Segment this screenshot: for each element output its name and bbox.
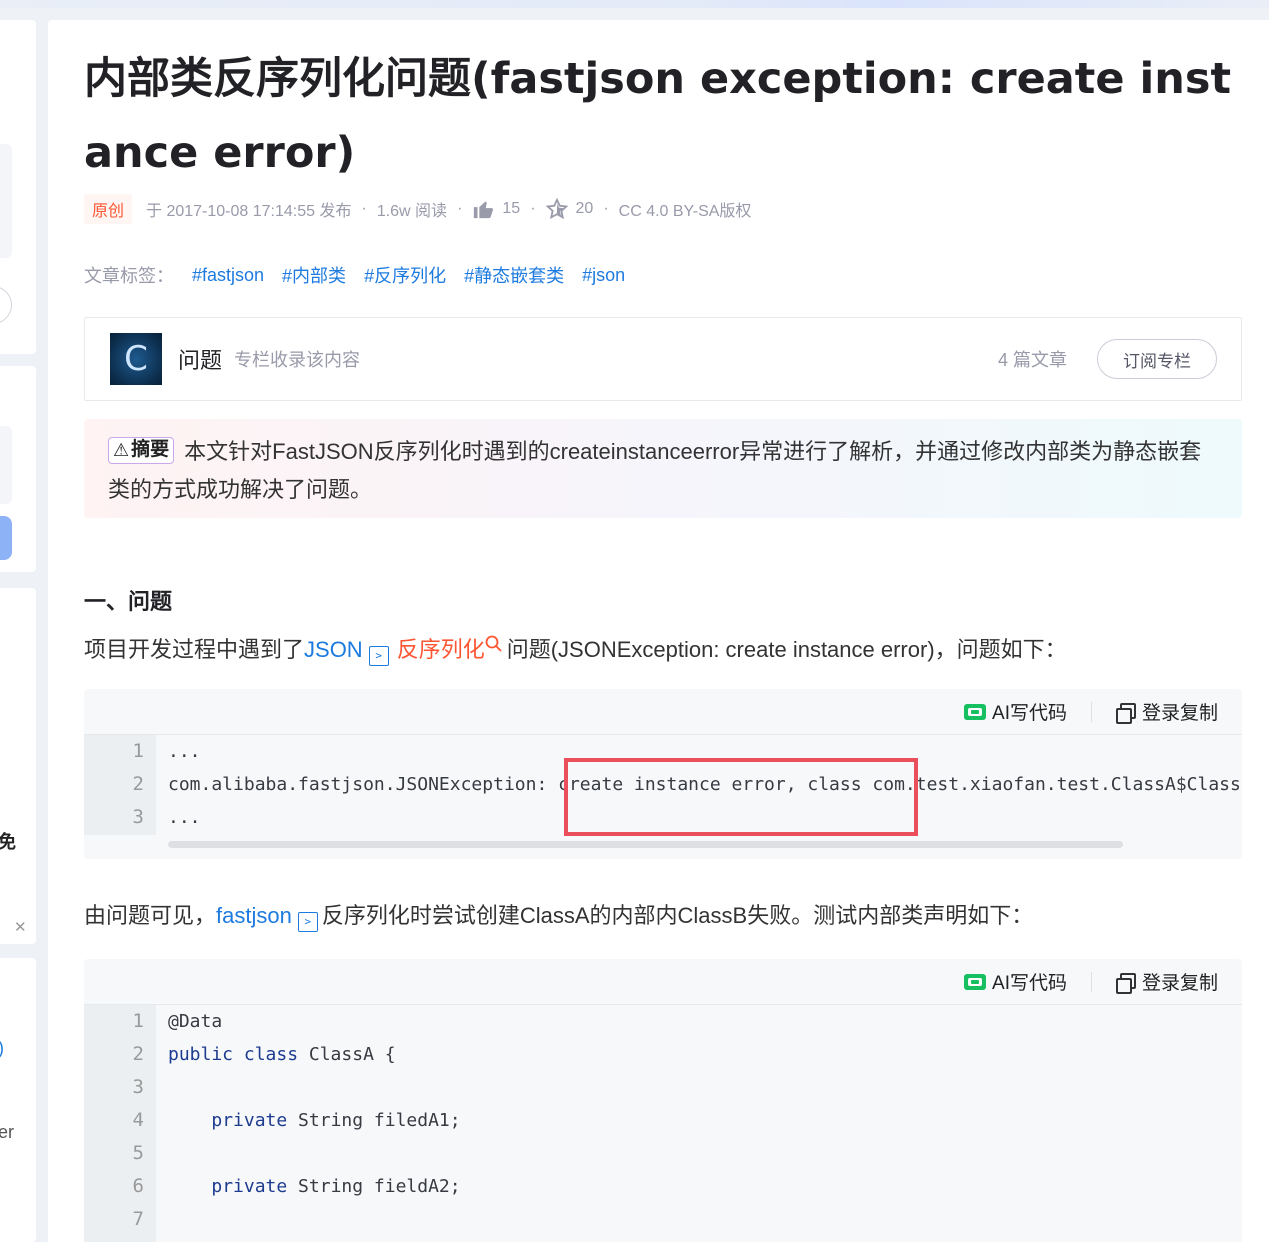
like-count: 15 — [502, 200, 521, 217]
ai-write-code-button[interactable]: AI写代码 — [964, 968, 1067, 995]
code-line: private String filedA1; — [211, 1110, 461, 1131]
tag-link[interactable]: #反序列化 — [364, 262, 446, 288]
favorite-count: 20 — [575, 200, 594, 217]
code-line: private String fieldA2; — [211, 1176, 461, 1197]
tag-link[interactable]: #fastjson — [192, 265, 264, 286]
sidebar-card — [0, 366, 36, 572]
thumbs-up-icon — [474, 201, 494, 219]
code-block: AI写代码 登录复制 1 2 3 4 5 6 7 @Data public cl… — [84, 959, 1242, 1242]
code-lines: @Data public class ClassA { private Stri… — [168, 1005, 1242, 1236]
favorite-button[interactable]: 20 — [545, 198, 594, 220]
copy-icon — [1115, 702, 1136, 724]
ai-code-icon — [964, 973, 987, 990]
highlight-annotation-box — [564, 758, 918, 836]
copy-icon — [1115, 972, 1136, 994]
sidebar-card-shade — [0, 426, 12, 504]
column-desc: 专栏收录该内容 — [234, 350, 361, 370]
horizontal-scrollbar[interactable] — [168, 841, 1123, 848]
search-icon[interactable] — [485, 635, 503, 653]
article-title: 内部类反序列化问题(fastjson exception: create ins… — [84, 54, 1231, 178]
sidebar-card: ) er — [0, 958, 36, 1242]
tag-link[interactable]: #内部类 — [282, 262, 346, 288]
read-count: 1.6w 阅读 — [376, 203, 448, 220]
top-navbar — [0, 0, 1269, 8]
original-badge: 原创 — [84, 194, 133, 224]
terminal-icon: > — [297, 912, 318, 932]
summary-badge: ⚠ 摘要 — [108, 436, 175, 464]
tags-label: 文章标签： — [84, 266, 174, 286]
sidebar-text-fragment: 免 — [0, 832, 16, 852]
keyword-link-deserialize[interactable]: 反序列化 — [397, 637, 485, 662]
section-heading: 一、问题 — [84, 590, 173, 615]
publish-date: 于 2017-10-08 17:14:55 发布 — [146, 203, 352, 220]
tag-link[interactable]: #json — [582, 265, 625, 286]
login-copy-button[interactable]: 登录复制 — [1115, 698, 1218, 725]
license-info[interactable]: CC 4.0 BY-SA版权 — [619, 197, 752, 221]
line-numbers: 1 2 3 4 5 6 7 — [84, 1005, 156, 1242]
sidebar-text-fragment: er — [0, 1122, 15, 1142]
article-tags: 文章标签： #fastjson #内部类 #反序列化 #静态嵌套类 #json — [84, 262, 625, 288]
like-button[interactable]: 15 — [472, 198, 520, 220]
left-sidebar: 免 ✕ ) er — [0, 20, 36, 1242]
paragraph: 由问题可见，fastjson > 反序列化时尝试创建ClassA的内部内ClassB… — [84, 900, 1033, 932]
ai-write-code-button[interactable]: AI写代码 — [964, 698, 1067, 725]
close-icon[interactable]: ✕ — [14, 918, 27, 936]
ai-code-icon — [964, 703, 987, 720]
ai-summary: ⚠ 摘要 本文针对FastJSON反序列化时遇到的createinstanceerr… — [84, 419, 1242, 518]
column-box: C 问题 专栏收录该内容 4 篇文章 订阅专栏 — [84, 317, 1242, 401]
sidebar-card: 免 ✕ — [0, 588, 36, 944]
ai-logo-icon: ⚠ — [113, 440, 130, 460]
summary-text: 本文针对FastJSON反序列化时遇到的createinstanceerror异… — [108, 439, 1202, 502]
subscribe-column-button[interactable]: 订阅专栏 — [1097, 339, 1217, 379]
code-toolbar: AI写代码 登录复制 — [84, 689, 1242, 735]
sidebar-link-fragment[interactable]: ) — [0, 1038, 4, 1059]
tag-link[interactable]: #静态嵌套类 — [464, 262, 564, 288]
terminal-icon: > — [368, 646, 389, 666]
code-toolbar: AI写代码 登录复制 — [84, 959, 1242, 1005]
column-logo[interactable]: C — [110, 333, 162, 385]
column-name[interactable]: 问题 — [178, 343, 222, 375]
keyword-link-json[interactable]: JSON — [304, 637, 363, 662]
sidebar-card — [0, 20, 36, 354]
sidebar-blue-button[interactable] — [0, 516, 12, 560]
line-numbers: 1 2 3 — [84, 735, 156, 835]
code-line: public class ClassA { — [168, 1044, 396, 1065]
code-line: @Data — [168, 1011, 223, 1032]
article-card: 内部类反序列化问题(fastjson exception: create ins… — [48, 20, 1269, 1242]
column-article-count: 4 篇文章 — [997, 350, 1067, 370]
keyword-link-fastjson[interactable]: fastjson — [216, 903, 292, 928]
login-copy-button[interactable]: 登录复制 — [1115, 968, 1218, 995]
article-meta: 原创 于 2017-10-08 17:14:55 发布 · 1.6w 阅读 · … — [84, 194, 752, 224]
sidebar-card-shade — [0, 144, 12, 258]
sidebar-avatar-circle[interactable] — [0, 286, 12, 324]
paragraph: 项目开发过程中遇到了JSON > 反序列化 问题(JSONException: cre… — [84, 634, 1067, 666]
star-icon — [545, 198, 568, 220]
